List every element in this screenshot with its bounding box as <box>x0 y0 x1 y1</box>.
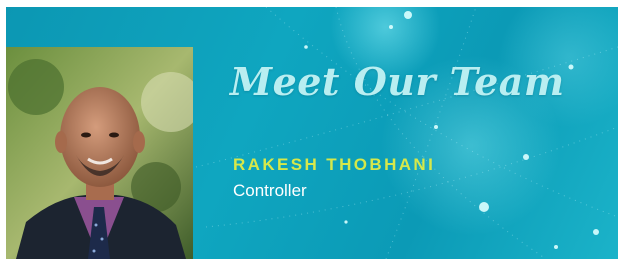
portrait-photo <box>6 47 193 259</box>
team-banner: Meet Our Team RAKESH THOBHANI Controller <box>6 7 618 259</box>
person-name: RAKESH THOBHANI <box>233 155 436 174</box>
person-title: Controller <box>233 181 307 200</box>
section-heading: Meet Our Team <box>230 59 565 104</box>
